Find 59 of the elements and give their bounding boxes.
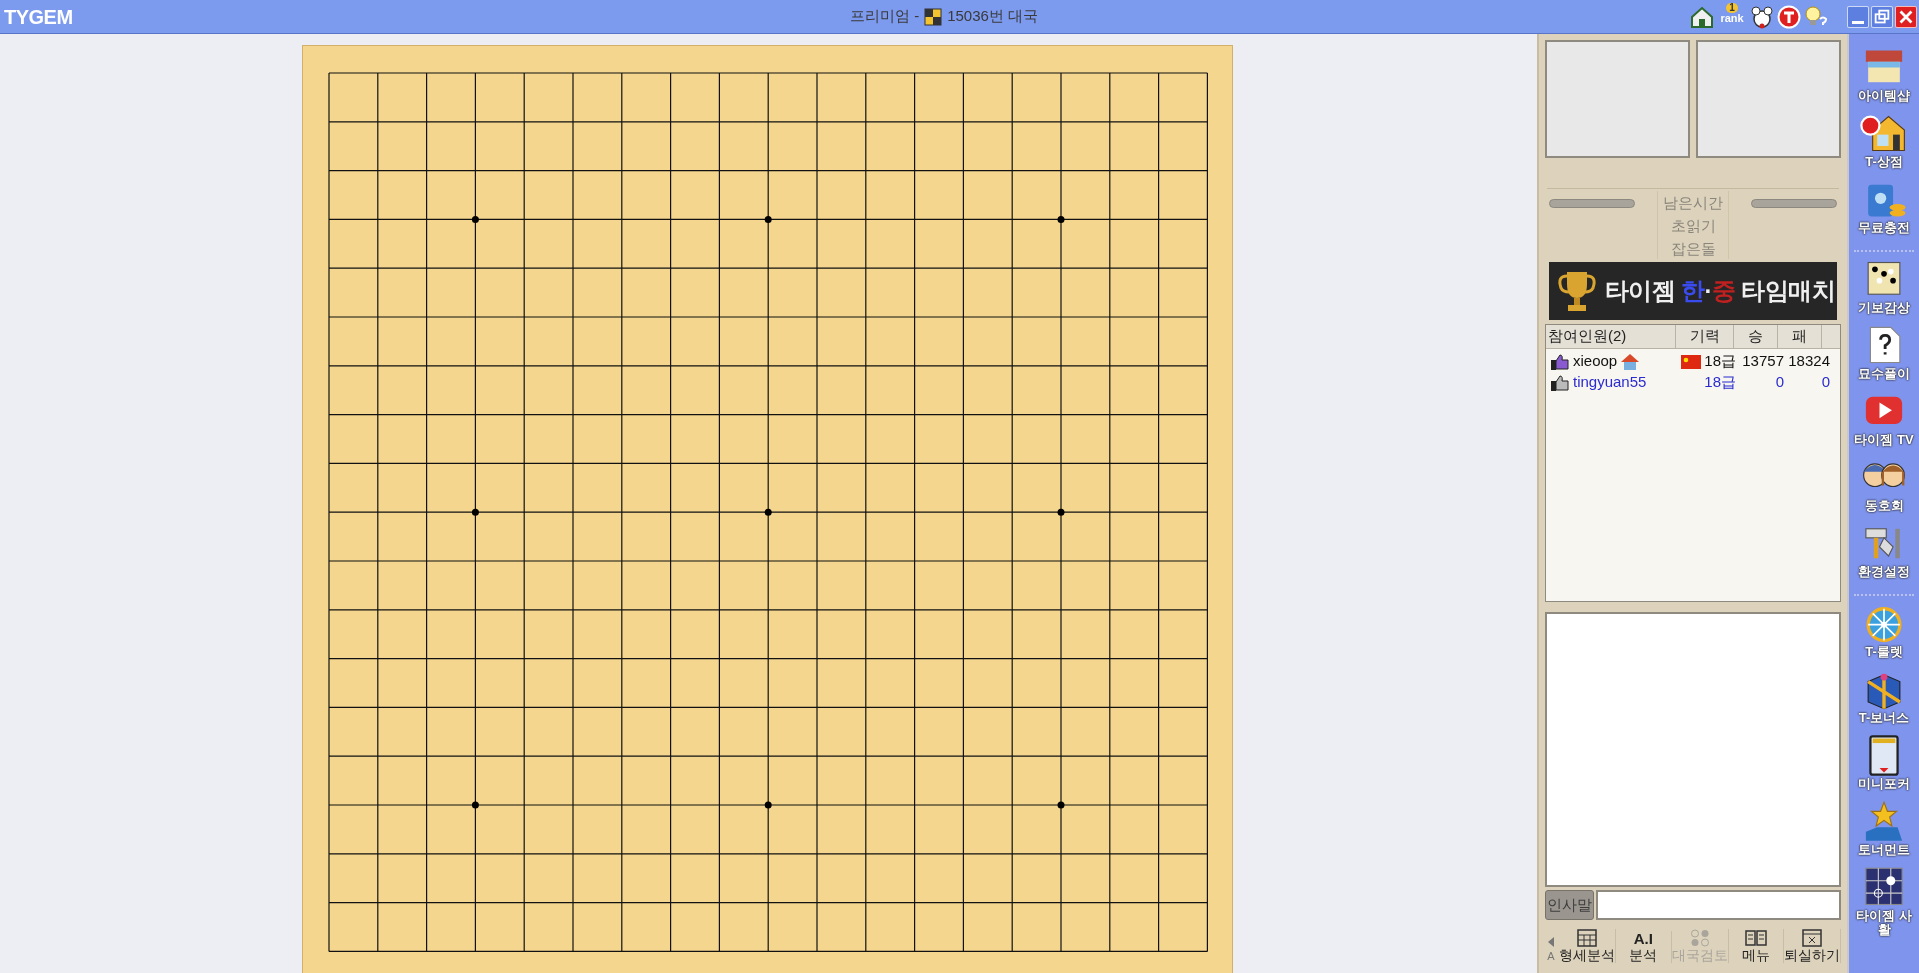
t-logo-icon[interactable]: [1777, 4, 1801, 29]
thumbs-up-icon: [1550, 352, 1570, 371]
left-arrow-icon: [1547, 935, 1555, 949]
player-rank: 18급: [1704, 351, 1736, 372]
mouse-icon[interactable]: [1750, 4, 1774, 29]
sidebar-item[interactable]: 기보감상: [1850, 258, 1918, 315]
toolbar-button[interactable]: 형세분석: [1559, 929, 1616, 963]
minimize-button[interactable]: [1847, 5, 1869, 28]
column-header[interactable]: 승: [1734, 325, 1778, 348]
title-prefix: 프리미엄 -: [850, 6, 920, 27]
close-button[interactable]: [1895, 5, 1917, 28]
loss-count: 0: [1820, 372, 1831, 393]
sidebar-item[interactable]: 타이젬 사활: [1850, 866, 1918, 937]
column-header[interactable]: 참여인원(2): [1546, 325, 1676, 348]
toolbar-button[interactable]: 메뉴: [1728, 929, 1784, 963]
house-icon[interactable]: [1690, 4, 1714, 29]
player-name[interactable]: xieoop: [1573, 350, 1618, 373]
house-icon: [1620, 352, 1641, 371]
sidebar-item[interactable]: 환경설정: [1850, 522, 1918, 579]
sidebar-item[interactable]: T-보너스: [1850, 668, 1918, 725]
column-header[interactable]: 패: [1778, 325, 1822, 348]
sidebar-item[interactable]: 묘수풀이: [1850, 324, 1918, 381]
thumbs-up-icon: [1550, 373, 1570, 392]
chat-input[interactable]: [1596, 890, 1841, 920]
stones-icon: [1689, 929, 1710, 947]
win-count: 13757: [1741, 351, 1784, 372]
flag-icon: [1681, 354, 1702, 369]
sidebar-item[interactable]: 무료충전: [1850, 178, 1918, 235]
restore-button[interactable]: [1871, 5, 1893, 28]
puzzle-icon: [923, 6, 944, 27]
sidebar-item[interactable]: 토너먼트: [1850, 800, 1918, 857]
win-count: 0: [1774, 372, 1784, 393]
window-title: 15036번 대국: [947, 6, 1039, 27]
time-label: 잡은돌: [1670, 239, 1716, 259]
greeting-button[interactable]: 인사말: [1545, 890, 1594, 920]
font-size-button[interactable]: A: [1547, 949, 1555, 963]
player-name[interactable]: tingyuan55: [1573, 371, 1647, 394]
ai-label: A.I: [1633, 931, 1653, 947]
time-label: 남은시간: [1663, 193, 1723, 213]
player-rank: 18급: [1704, 372, 1736, 393]
minimize-icon: [1852, 20, 1864, 24]
app-logo: TYGEM: [4, 4, 73, 30]
book-icon: [1744, 929, 1767, 947]
table-icon: [1577, 929, 1597, 947]
event-banner[interactable]: 타이젬 한·중 타임매치: [1549, 262, 1837, 320]
sidebar-item[interactable]: 동호회: [1850, 456, 1918, 513]
sidebar-item[interactable]: T-상점: [1850, 112, 1918, 169]
toolbar-button[interactable]: 퇴실하기: [1784, 929, 1841, 963]
sidebar-item[interactable]: 아이템샵: [1850, 46, 1918, 103]
rank-button[interactable]: 1 rank: [1717, 2, 1747, 31]
banner-text: 타이젬 한·중 타임매치: [1605, 276, 1836, 306]
time-label: 초읽기: [1670, 216, 1716, 236]
sidebar-item[interactable]: 미니포커: [1850, 734, 1918, 791]
sidebar-item[interactable]: 타이젬 TV: [1850, 390, 1918, 447]
column-header[interactable]: 기력: [1676, 325, 1734, 348]
toolbar-button[interactable]: A.I 분석: [1616, 931, 1672, 963]
loss-count: 18324: [1787, 351, 1831, 372]
window-close-icon: [1802, 929, 1822, 947]
sidebar-item[interactable]: T-룰렛: [1850, 602, 1918, 659]
